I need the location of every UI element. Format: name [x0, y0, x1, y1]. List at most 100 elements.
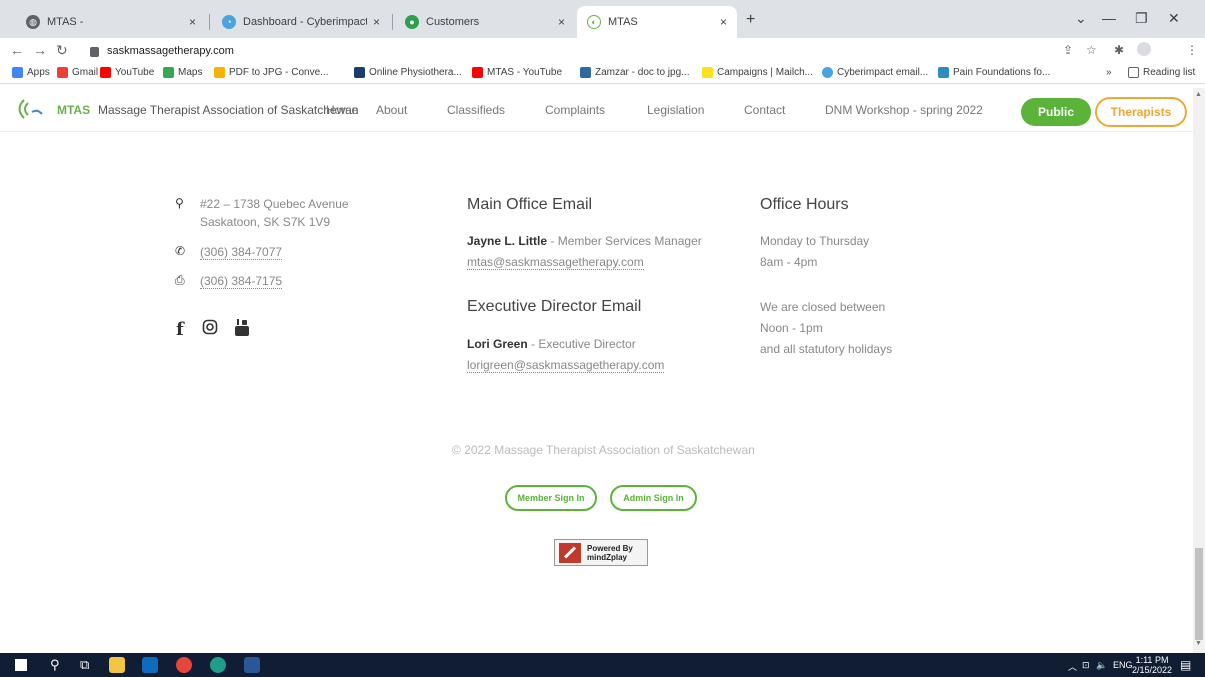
nav-about[interactable]: About	[376, 103, 407, 117]
chrome-icon[interactable]	[176, 657, 192, 673]
office-hours-days: Monday to Thursday	[760, 234, 870, 248]
volume-icon[interactable]: 🔈	[1096, 660, 1107, 671]
tray-chevron-icon[interactable]: ︿	[1068, 660, 1077, 673]
main-office-name: Jayne L. Little	[467, 234, 548, 248]
share-icon[interactable]: ⇪	[1063, 43, 1073, 57]
scroll-up-icon[interactable]: ▲	[1195, 91, 1202, 98]
notifications-icon[interactable]: ▤	[1180, 658, 1191, 672]
nav-classifieds[interactable]: Classifieds	[447, 103, 505, 117]
bookmark-cyberimpact[interactable]: Cyberimpact email...	[822, 67, 928, 78]
extensions-icon[interactable]: ✱	[1114, 43, 1124, 57]
close-window-icon[interactable]: ✕	[1168, 10, 1180, 27]
facebook-icon[interactable]: f	[176, 319, 184, 340]
star-icon[interactable]: ☆	[1086, 43, 1097, 57]
nav-contact[interactable]: Contact	[744, 103, 785, 117]
tab-cyberimpact[interactable]: ◔ Dashboard - Cyberimpact ×	[212, 6, 390, 38]
bookmark-mtas-youtube[interactable]: MTAS - YouTube	[472, 67, 562, 78]
close-icon[interactable]: ×	[558, 15, 565, 29]
mindzplay-logo-icon	[559, 542, 581, 563]
taskbar-clock[interactable]: 1:11 PM 2/15/2022	[1132, 655, 1172, 675]
copyright-text: © 2022 Massage Therapist Association of …	[452, 443, 755, 457]
member-sign-in-button[interactable]: Member Sign In	[505, 485, 597, 511]
close-icon[interactable]: ×	[189, 15, 196, 29]
scrollbar-thumb[interactable]	[1195, 548, 1203, 640]
nav-dnm-workshop[interactable]: DNM Workshop - spring 2022	[825, 103, 983, 117]
bookmark-pdf-to-jpg[interactable]: PDF to JPG - Conve...	[214, 67, 328, 78]
office-closed-line-3: and all statutory holidays	[760, 342, 893, 356]
main-office-heading: Main Office Email	[467, 196, 593, 213]
word-icon[interactable]	[244, 657, 260, 673]
windows-start-icon[interactable]	[15, 659, 27, 671]
tab-label: MTAS -	[47, 16, 84, 28]
therapists-button[interactable]: Therapists	[1095, 97, 1187, 127]
language-indicator[interactable]: ENG	[1113, 660, 1133, 670]
exec-director-email-link[interactable]: lorigreen@saskmassagetherapy.com	[467, 358, 665, 373]
address-line-1: #22 – 1738 Quebec Avenue	[200, 197, 349, 211]
nav-home[interactable]: Home	[326, 103, 358, 117]
admin-sign-in-button[interactable]: Admin Sign In	[610, 485, 697, 511]
main-office-contact: Jayne L. Little - Member Services Manage…	[467, 234, 702, 248]
exec-director-name: Lori Green	[467, 337, 528, 351]
tab-mtas-1[interactable]: ◍ MTAS - ×	[16, 6, 206, 38]
reload-icon[interactable]: ↻	[56, 42, 68, 59]
forward-icon[interactable]: →	[33, 42, 47, 58]
search-icon[interactable]: ⚲	[50, 657, 60, 673]
new-tab-button[interactable]: +	[746, 11, 755, 29]
mtas-logo-icon[interactable]	[18, 96, 44, 122]
close-icon[interactable]: ×	[373, 15, 380, 29]
reading-list[interactable]: Reading list	[1128, 67, 1195, 78]
back-icon[interactable]: ←	[10, 42, 24, 58]
brand-short[interactable]: MTAS	[57, 103, 90, 117]
bookmark-label: Campaigns | Mailch...	[717, 67, 813, 78]
bookmark-youtube[interactable]: YouTube	[100, 67, 154, 78]
bookmark-zamzar[interactable]: Zamzar - doc to jpg...	[580, 67, 689, 78]
powered-by-text: Powered By mindZplay	[587, 544, 633, 562]
file-explorer-icon[interactable]	[109, 657, 125, 673]
outlook-icon[interactable]	[142, 657, 158, 673]
pdf-icon	[214, 67, 225, 78]
maps-icon	[163, 67, 174, 78]
bookmarks-overflow[interactable]: »	[1106, 67, 1112, 78]
reading-list-icon	[1128, 67, 1139, 78]
bookmark-label: PDF to JPG - Conve...	[229, 67, 329, 78]
network-icon[interactable]: ⊡	[1082, 660, 1090, 671]
bookmark-maps[interactable]: Maps	[163, 67, 202, 78]
main-office-email-link[interactable]: mtas@saskmassagetherapy.com	[467, 255, 644, 270]
exec-director-contact: Lori Green - Executive Director	[467, 337, 636, 351]
tab-search-icon[interactable]: ⌄	[1075, 10, 1087, 27]
fax-link[interactable]: (306) 384-7175	[200, 274, 283, 289]
scroll-down-icon[interactable]: ▼	[1195, 640, 1202, 647]
brand-full[interactable]: Massage Therapist Association of Saskatc…	[98, 103, 359, 117]
phone-link[interactable]: (306) 384-7077	[200, 245, 283, 260]
url-text: saskmassagetherapy.com	[107, 45, 234, 57]
nav-complaints[interactable]: Complaints	[545, 103, 605, 117]
bookmark-physio[interactable]: Online Physiothera...	[354, 67, 462, 78]
restore-icon[interactable]: ❐	[1135, 10, 1148, 27]
bookmark-mailchimp[interactable]: Campaigns | Mailch...	[702, 67, 813, 78]
bookmark-pain-foundations[interactable]: Pain Foundations fo...	[938, 67, 1050, 78]
tab-customers[interactable]: ● Customers ×	[395, 6, 575, 38]
task-view-icon[interactable]: ⧉	[80, 657, 89, 673]
minimize-icon[interactable]: —	[1102, 10, 1116, 26]
bookmark-label: YouTube	[115, 67, 155, 78]
app-icon[interactable]	[210, 657, 226, 673]
bookmark-label: Cyberimpact email...	[837, 67, 929, 78]
bookmark-label: Zamzar - doc to jpg...	[595, 67, 690, 78]
profile-avatar[interactable]	[1137, 42, 1151, 56]
address-bar[interactable]: saskmassagetherapy.com	[90, 41, 234, 61]
powered-by-badge[interactable]: Powered By mindZplay	[554, 539, 648, 566]
tab-mtas-active[interactable]: ◐ MTAS ×	[577, 6, 737, 38]
youtube-icon[interactable]	[233, 318, 251, 343]
public-button[interactable]: Public	[1021, 98, 1091, 126]
mtas-logo-icon: ◐	[587, 15, 601, 29]
customers-icon: ●	[405, 15, 419, 29]
bookmark-gmail[interactable]: Gmail	[57, 67, 98, 78]
instagram-icon[interactable]	[202, 319, 218, 340]
bookmark-apps[interactable]: Apps	[12, 67, 50, 78]
close-icon[interactable]: ×	[720, 15, 727, 29]
menu-icon[interactable]: ⋮	[1186, 43, 1198, 57]
nav-legislation[interactable]: Legislation	[647, 103, 704, 117]
bookmark-label: MTAS - YouTube	[487, 67, 563, 78]
address-line-2: Saskatoon, SK S7K 1V9	[200, 215, 331, 229]
tab-label: Customers	[426, 16, 480, 28]
